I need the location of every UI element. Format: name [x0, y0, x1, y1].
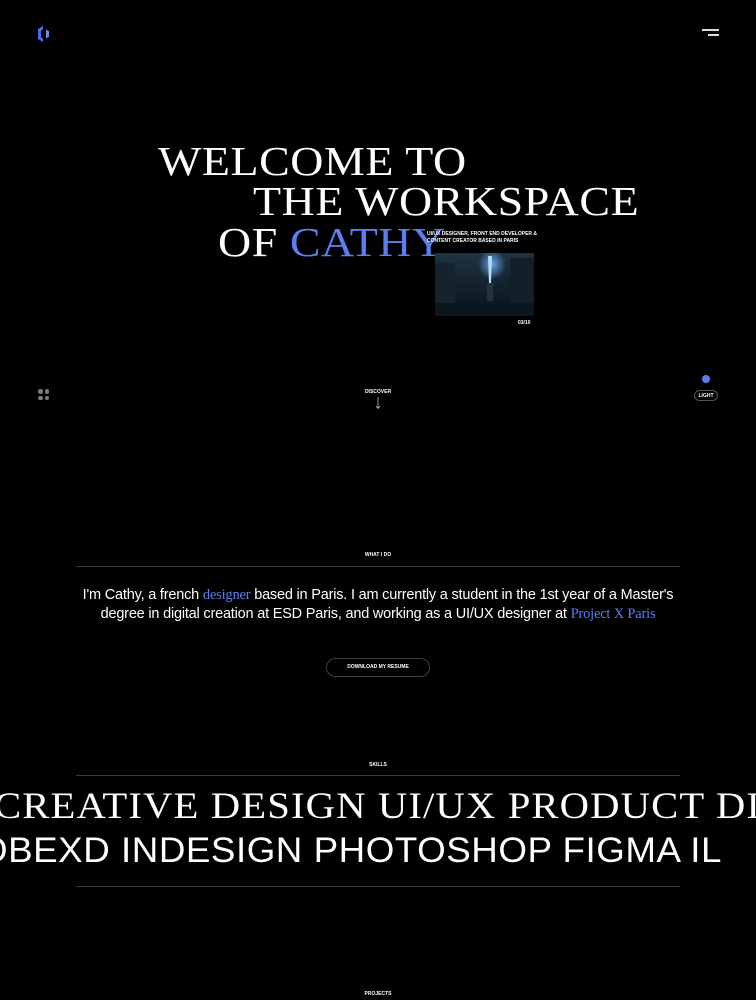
skills-label: SKILLS [369, 762, 387, 768]
hero-tagline: UI/UX DESIGNER, FRONT END DEVELOPER & CO… [427, 231, 538, 244]
hero-title-line-1: WELCOME TO [158, 138, 467, 184]
about-text-part-1: I'm Cathy, a french [82, 587, 203, 603]
theme-indicator-dot[interactable] [702, 375, 710, 383]
download-resume-button[interactable]: DOWNLOAD MY RESUME [326, 658, 430, 677]
hero-title-name: CATHY [289, 219, 446, 265]
skills-row-2-text: OBEXD INDESIGN PHOTOSHOP FIGMA IL [0, 831, 722, 870]
hero-title-prefix: OF [218, 219, 278, 265]
section-divider [76, 566, 680, 567]
about-highlight-company-link[interactable]: Project X Paris [571, 606, 656, 622]
hamburger-menu-icon[interactable] [702, 29, 719, 39]
about-text: I'm Cathy, a french designer based in Pa… [72, 586, 684, 624]
grid-view-icon[interactable] [38, 389, 50, 401]
about-highlight-designer: designer [202, 587, 251, 603]
section-divider [76, 886, 680, 887]
skills-marquee-row-2: OBEXD INDESIGN PHOTOSHOP FIGMA IL [0, 831, 756, 871]
hero-title-line-2: THE WORKSPACE [253, 178, 640, 224]
discover-link[interactable]: DISCOVER [358, 389, 398, 395]
skills-row-1-text: CREATIVE DESIGN UI/UX PRODUCT DIGITAL [0, 787, 756, 827]
hero-image[interactable] [435, 253, 534, 316]
light-theme-toggle[interactable]: LIGHT [694, 390, 718, 401]
projects-label: PROJECTS [364, 991, 392, 997]
hero-title-line-3: OF CATHY [218, 219, 446, 265]
what-i-do-label: WHAT I DO [364, 552, 392, 558]
skills-marquee-row-1: CREATIVE DESIGN UI/UX PRODUCT DIGITAL [0, 787, 756, 827]
section-divider [76, 775, 680, 776]
arrow-down-icon [375, 397, 381, 409]
slide-counter: 03/10 [518, 320, 531, 326]
logo-icon[interactable] [36, 24, 54, 44]
